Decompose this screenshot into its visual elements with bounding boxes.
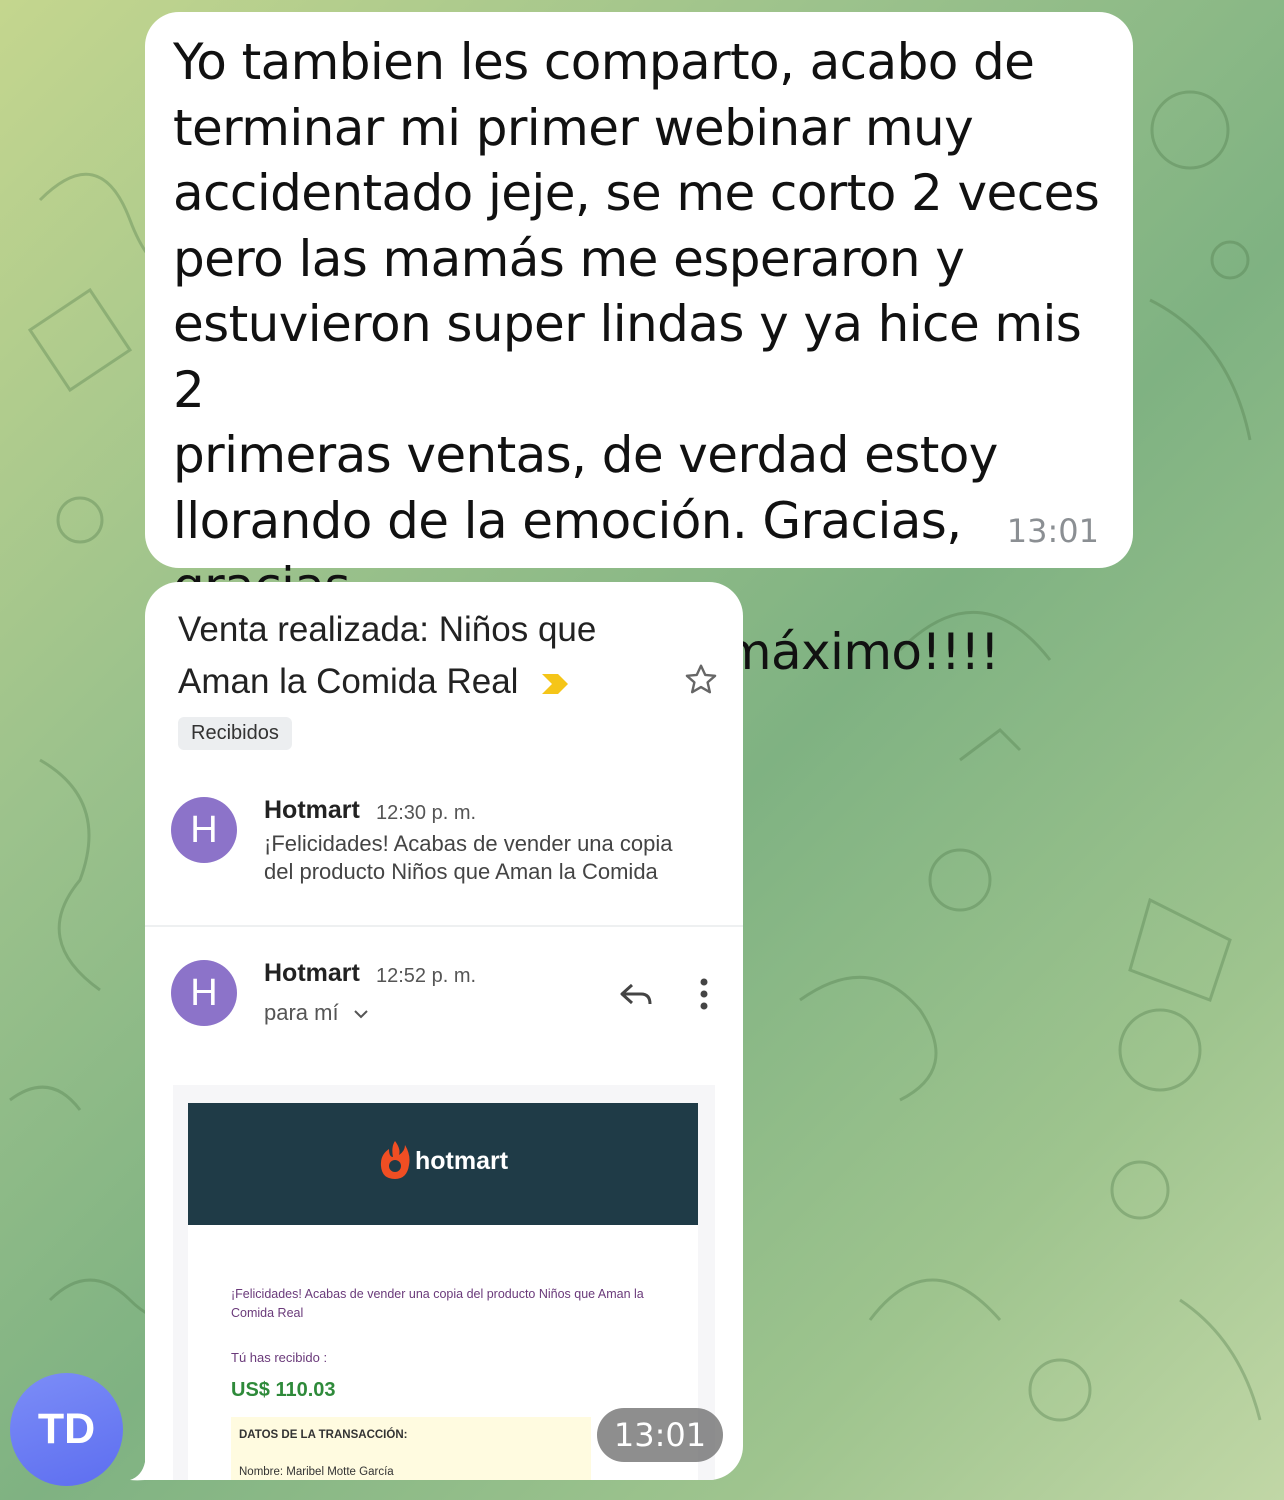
sender-avatar: H <box>171 797 237 863</box>
thread-divider <box>145 925 743 927</box>
recipient-toggle[interactable]: para mí <box>264 1000 369 1026</box>
sent-time: 12:52 p. m. <box>376 965 477 987</box>
message-bubble-text[interactable]: Yo tambien les comparto, acabo de termin… <box>145 12 1133 681</box>
sale-amount: US$ 110.03 <box>231 1379 336 1401</box>
image-time-badge: 13:01 <box>597 1408 723 1462</box>
buyer-name: Nombre: Maribel Motte García <box>239 1466 394 1478</box>
received-label: Tú has recibido : <box>231 1350 328 1365</box>
user-avatar[interactable]: TD <box>10 1373 123 1486</box>
reply-icon[interactable] <box>619 980 653 1010</box>
important-marker-icon <box>542 673 569 694</box>
transaction-box: DATOS DE LA TRANSACCIÓN: Nombre: Maribel… <box>231 1417 591 1480</box>
more-options-icon[interactable] <box>697 977 711 1011</box>
sender-name: Hotmart <box>264 796 360 824</box>
message-bubble-image[interactable]: Venta realizada: Niños que Aman la Comid… <box>145 582 743 1480</box>
chevron-down-icon <box>354 1010 368 1019</box>
star-icon[interactable] <box>683 662 719 698</box>
hotmart-header: hotmart <box>188 1103 698 1225</box>
label-chip-inbox[interactable]: Recibidos <box>178 717 292 750</box>
transaction-title: DATOS DE LA TRANSACCIÓN: <box>239 1429 408 1441</box>
message-time: 13:01 <box>1006 512 1099 550</box>
congrats-text: ¡Felicidades! Acabas de vender una copia… <box>231 1287 644 1320</box>
hotmart-logo-text: hotmart <box>415 1147 509 1175</box>
email-subject-text: Venta realizada: Niños que Aman la Comid… <box>178 610 597 701</box>
hotmart-flame-icon <box>380 1141 410 1179</box>
recipient-label: para mí <box>264 1000 339 1025</box>
sender-avatar: H <box>171 960 237 1026</box>
email-subject: Venta realizada: Niños que Aman la Comid… <box>178 604 648 708</box>
sender-name: Hotmart <box>264 959 360 987</box>
sent-time: 12:30 p. m. <box>376 802 477 824</box>
email-snippet: ¡Felicidades! Acabas de vender una copia… <box>264 831 673 884</box>
